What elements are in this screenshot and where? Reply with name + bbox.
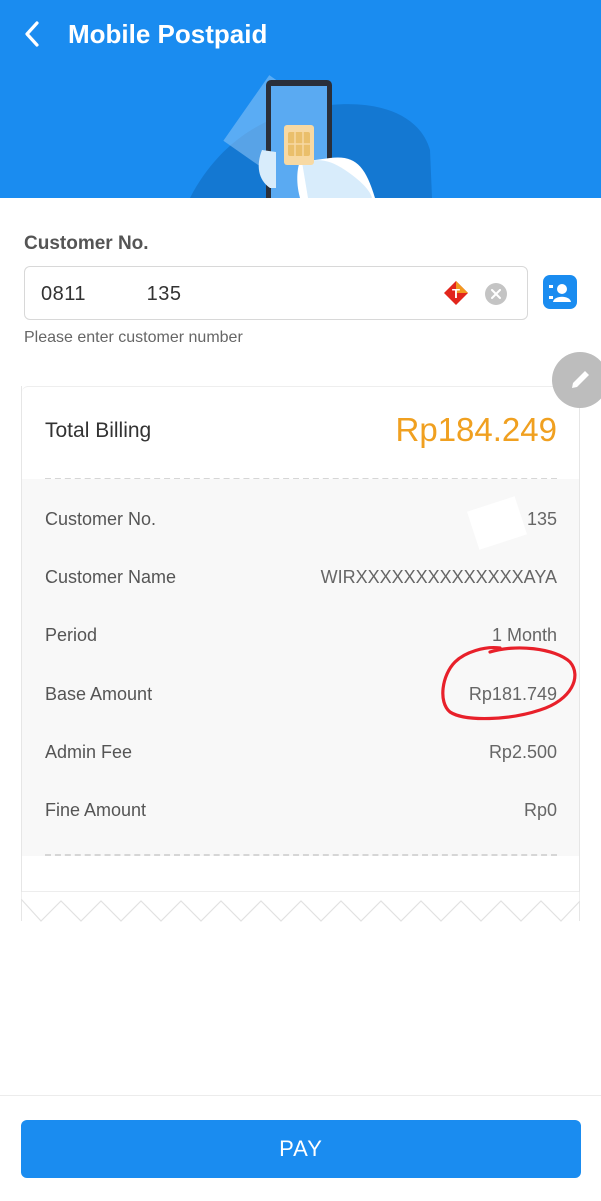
telkomsel-logo-icon: T — [444, 281, 468, 305]
detail-label: Customer Name — [45, 567, 177, 587]
pay-button[interactable]: PAY — [21, 1120, 581, 1178]
page-title: Mobile Postpaid — [68, 19, 268, 49]
customer-no-input[interactable] — [39, 267, 423, 321]
contact-picker-button[interactable] — [543, 275, 577, 309]
contact-book-icon — [549, 284, 571, 302]
helper-text: Please enter customer number — [24, 329, 243, 346]
detail-value: Rp0 — [523, 800, 557, 820]
total-billing-header: Total Billing Rp184.249 — [22, 386, 579, 480]
customer-no-label: Customer No. — [24, 233, 149, 254]
total-billing-amount: Rp184.249 — [395, 411, 557, 448]
detail-value: WIRXXXXXXXXXXXXXXAYA — [320, 567, 557, 587]
header-banner: Mobile Postpaid — [0, 0, 601, 198]
red-annotation-circle — [441, 646, 577, 721]
total-billing-label: Total Billing — [45, 419, 152, 442]
edit-button[interactable] — [552, 352, 601, 408]
customer-no-field[interactable]: T — [24, 266, 528, 321]
phone-sim-illustration — [190, 75, 432, 198]
operator-letter: T — [452, 286, 460, 301]
detail-row-admin-fee: Admin Fee Rp2.500 — [45, 742, 557, 772]
detail-label: Fine Amount — [45, 800, 147, 820]
detail-row-fine-amount: Fine Amount Rp0 — [45, 800, 557, 830]
detail-label: Customer No. — [45, 509, 157, 529]
detail-label: Admin Fee — [45, 742, 133, 762]
detail-label: Base Amount — [45, 684, 153, 704]
detail-label: Period — [45, 625, 98, 645]
back-button[interactable] — [14, 16, 50, 52]
clear-button[interactable] — [485, 283, 507, 305]
pencil-icon — [572, 371, 589, 388]
close-icon — [491, 289, 501, 299]
chevron-left-icon — [25, 21, 39, 47]
divider — [45, 854, 557, 856]
receipt-zigzag-edge — [21, 891, 580, 922]
redaction-mark — [467, 496, 527, 550]
detail-value: Rp2.500 — [488, 742, 557, 762]
detail-row-customer-name: Customer Name WIRXXXXXXXXXXXXXXAYA — [45, 567, 557, 597]
